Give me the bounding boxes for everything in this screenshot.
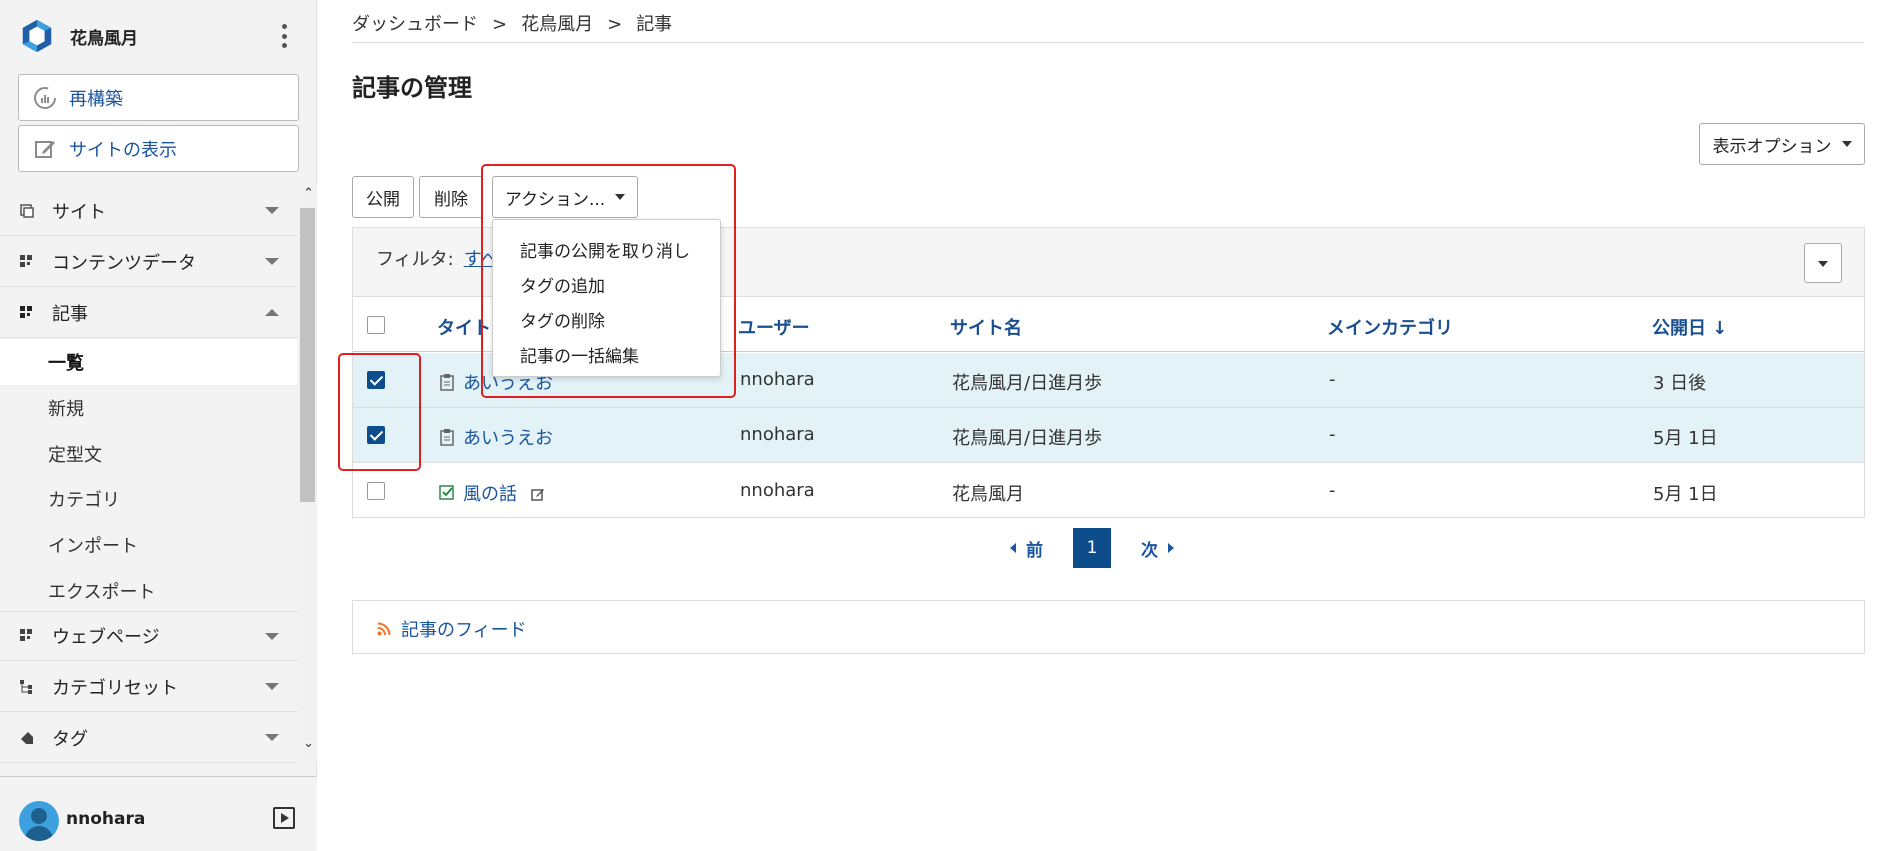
chevron-down-icon	[265, 258, 279, 265]
edit-square-icon	[35, 140, 55, 158]
nav-label: ウェブページ	[52, 627, 160, 648]
nav-label: 記事	[52, 303, 88, 325]
sidebar-scrollbar[interactable]: ⌃ ⌄	[298, 186, 317, 761]
chevron-up-icon	[265, 309, 279, 316]
row-date: 5月 1日	[1653, 428, 1718, 449]
nav-label: サイト	[52, 201, 106, 223]
nav-label: タグ	[52, 728, 88, 750]
rebuild-label: 再構築	[69, 88, 123, 110]
breadcrumb-dashboard[interactable]: ダッシュボード	[352, 14, 478, 35]
scheduled-clipboard-icon	[440, 429, 454, 446]
nav-item-category-sets[interactable]: カテゴリセット	[0, 662, 297, 712]
chevron-down-icon	[265, 683, 279, 690]
nav-label: カテゴリセット	[52, 677, 178, 699]
breadcrumb-current: 記事	[636, 14, 673, 35]
row-checkbox[interactable]	[367, 482, 385, 500]
row-title-link[interactable]: 風の話	[439, 480, 545, 506]
scroll-down-icon[interactable]: ⌄	[303, 736, 314, 751]
breadcrumb-site[interactable]: 花鳥風月	[521, 14, 593, 35]
row-category: -	[1329, 369, 1336, 390]
next-page-link[interactable]: 次	[1141, 536, 1174, 561]
rss-icon	[377, 622, 391, 636]
scheduled-clipboard-icon	[440, 374, 454, 391]
sub-item-new[interactable]: 新規	[0, 385, 297, 431]
caret-down-icon	[1841, 141, 1852, 147]
view-site-button[interactable]: サイトの表示	[18, 125, 299, 172]
sidebar: 花鳥風月 再構築 サイトの表示 サイト コンテンツデータ 記事 一覧 新規 定型…	[0, 0, 317, 851]
row-date: 3 日後	[1653, 373, 1707, 394]
select-all-checkbox[interactable]	[367, 316, 385, 334]
chevron-left-icon	[1010, 543, 1016, 553]
chevron-right-icon	[1168, 543, 1174, 553]
nav-item-webpages[interactable]: ウェブページ	[0, 611, 297, 661]
webpages-icon	[20, 629, 32, 641]
sort-desc-icon: ↓	[1712, 318, 1728, 339]
site-logo-icon	[22, 19, 52, 53]
publish-button[interactable]: 公開	[352, 176, 414, 218]
prev-page-link[interactable]: 前	[1010, 536, 1043, 561]
sidebar-footer: nnohara	[0, 776, 317, 851]
brand[interactable]: 花鳥風月	[18, 16, 138, 56]
row-user: nnohara	[740, 424, 815, 445]
view-site-label: サイトの表示	[69, 139, 177, 161]
chevron-down-icon	[265, 633, 279, 640]
col-main-category[interactable]: メインカテゴリ	[1327, 314, 1453, 340]
site-name: 花鳥風月	[70, 28, 138, 49]
delete-button[interactable]: 削除	[419, 176, 483, 218]
highlight-checkboxes	[338, 353, 421, 471]
sidebar-nav: サイト コンテンツデータ 記事 一覧 新規 定型文 カテゴリ インポート エクス…	[0, 186, 317, 766]
site-icon	[20, 203, 34, 218]
row-site: 花鳥風月	[952, 484, 1024, 505]
collapse-sidebar-icon[interactable]	[273, 807, 295, 829]
table-row[interactable]: 風の話 nnohara 花鳥風月 - 5月 1日	[353, 464, 1864, 519]
feed-box: 記事のフィード	[352, 600, 1865, 654]
scroll-up-icon[interactable]: ⌃	[303, 186, 314, 201]
nav-label: コンテンツデータ	[52, 252, 196, 274]
nav-item-site[interactable]: サイト	[0, 186, 297, 236]
row-site: 花鳥風月/日進月歩	[952, 373, 1103, 394]
chevron-down-icon	[265, 734, 279, 741]
breadcrumb: ダッシュボード > 花鳥風月 > 記事	[352, 14, 673, 35]
nav-item-tags[interactable]: タグ	[0, 713, 297, 763]
entries-icon	[20, 305, 32, 318]
entries-feed-link[interactable]: 記事のフィード	[377, 616, 527, 642]
page-title: 記事の管理	[352, 74, 472, 102]
highlight-actions	[481, 164, 736, 398]
published-check-icon	[439, 485, 454, 500]
sub-item-list[interactable]: 一覧	[0, 339, 297, 385]
user-avatar[interactable]	[19, 801, 59, 841]
table-row[interactable]: あいうえお nnohara 花鳥風月/日進月歩 - 5月 1日	[353, 408, 1864, 463]
category-tree-icon	[20, 679, 32, 694]
more-menu-icon[interactable]	[276, 22, 292, 50]
edit-icon[interactable]	[530, 487, 545, 501]
username[interactable]: nnohara	[66, 809, 145, 829]
row-date: 5月 1日	[1653, 484, 1718, 505]
col-site[interactable]: サイト名	[950, 314, 1022, 340]
pagination: 前 1 次	[1010, 528, 1174, 568]
content-data-icon	[20, 254, 32, 267]
sub-item-category[interactable]: カテゴリ	[0, 476, 297, 522]
row-title-link[interactable]: あいうえお	[439, 424, 553, 450]
col-publish-date[interactable]: 公開日 ↓	[1652, 314, 1727, 340]
rebuild-icon	[34, 86, 56, 109]
divider	[352, 42, 1864, 43]
current-page[interactable]: 1	[1073, 528, 1111, 568]
nav-item-content-data[interactable]: コンテンツデータ	[0, 237, 297, 287]
col-user[interactable]: ユーザー	[738, 314, 810, 340]
filter-dropdown-button[interactable]	[1804, 243, 1842, 283]
scrollbar-thumb[interactable]	[300, 208, 315, 502]
chevron-down-icon	[265, 207, 279, 214]
row-user: nnohara	[740, 480, 815, 501]
sub-item-export[interactable]: エクスポート	[0, 568, 297, 614]
row-user: nnohara	[740, 369, 815, 390]
row-site: 花鳥風月/日進月歩	[952, 428, 1103, 449]
sub-item-import[interactable]: インポート	[0, 522, 297, 568]
tag-icon	[21, 731, 33, 744]
row-category: -	[1329, 424, 1336, 445]
sub-item-boilerplate[interactable]: 定型文	[0, 431, 297, 477]
rebuild-button[interactable]: 再構築	[18, 74, 299, 121]
nav-item-entries[interactable]: 記事	[0, 288, 297, 338]
row-category: -	[1329, 480, 1336, 501]
display-options-button[interactable]: 表示オプション	[1699, 123, 1865, 165]
